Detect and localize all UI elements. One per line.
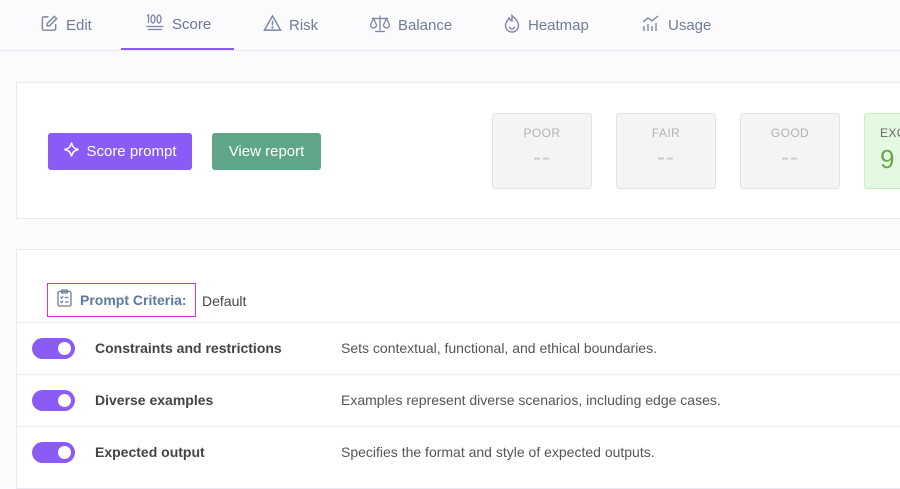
score-card: Score prompt View report POOR -- FAIR --… <box>16 82 900 219</box>
tab-balance[interactable]: Balance <box>369 0 452 50</box>
score-prompt-button[interactable]: Score prompt <box>48 133 192 170</box>
grade-label: EXC <box>880 126 900 140</box>
criteria-description: Examples represent diverse scenarios, in… <box>341 392 721 408</box>
tab-risk[interactable]: Risk <box>263 0 318 50</box>
criteria-toggle[interactable] <box>32 390 75 411</box>
grade-excellent: EXC 9 <box>864 113 900 189</box>
criteria-toggle[interactable] <box>32 338 75 359</box>
grade-value: -- <box>657 144 675 171</box>
criteria-row: Expected output Specifies the format and… <box>16 426 900 479</box>
criteria-header[interactable]: Prompt Criteria: <box>47 283 196 317</box>
grade-label: FAIR <box>651 126 681 140</box>
criteria-name: Diverse examples <box>95 392 214 408</box>
heatmap-icon <box>503 13 528 37</box>
tab-label: Usage <box>668 16 712 34</box>
grade-fair: FAIR -- <box>616 113 716 189</box>
criteria-title: Prompt Criteria: <box>80 292 187 308</box>
balance-scale-icon <box>369 14 398 37</box>
tab-bar: Edit Score Risk Balance Heatmap Usage <box>0 0 900 51</box>
toggle-knob <box>58 342 71 355</box>
view-report-button[interactable]: View report <box>212 133 321 170</box>
grade-value: 9 <box>880 144 896 174</box>
grade-good: GOOD -- <box>740 113 840 189</box>
tab-edit[interactable]: Edit <box>40 0 92 50</box>
tab-label: Score <box>172 15 212 33</box>
grade-value: -- <box>533 144 551 171</box>
tab-heatmap[interactable]: Heatmap <box>503 0 589 50</box>
grade-label: GOOD <box>770 126 810 140</box>
criteria-name: Expected output <box>95 444 205 460</box>
clipboard-checklist-icon <box>57 288 72 312</box>
criteria-description: Sets contextual, functional, and ethical… <box>341 340 657 356</box>
tab-label: Edit <box>66 16 92 34</box>
criteria-toggle[interactable] <box>32 442 75 463</box>
grade-value: -- <box>781 144 799 171</box>
criteria-row: Diverse examples Examples represent dive… <box>16 374 900 427</box>
grade-poor: POOR -- <box>492 113 592 189</box>
warning-icon <box>263 14 289 36</box>
edit-icon <box>40 14 66 37</box>
score-prompt-label: Score prompt <box>86 143 177 160</box>
tab-score[interactable]: Score <box>121 0 234 50</box>
toggle-knob <box>58 446 71 459</box>
hundred-points-icon <box>145 13 172 36</box>
tab-label: Risk <box>289 16 319 34</box>
criteria-value: Default <box>202 293 247 309</box>
grade-label: POOR <box>523 126 561 140</box>
tab-label: Heatmap <box>528 16 589 34</box>
usage-chart-icon <box>641 14 668 36</box>
criteria-name: Constraints and restrictions <box>95 340 282 356</box>
criteria-row: Constraints and restrictions Sets contex… <box>16 322 900 375</box>
view-report-label: View report <box>228 143 305 160</box>
sparkle-icon <box>63 141 86 162</box>
toggle-knob <box>58 394 71 407</box>
tab-usage[interactable]: Usage <box>641 0 711 50</box>
criteria-description: Specifies the format and style of expect… <box>341 444 655 460</box>
tab-label: Balance <box>398 16 453 34</box>
